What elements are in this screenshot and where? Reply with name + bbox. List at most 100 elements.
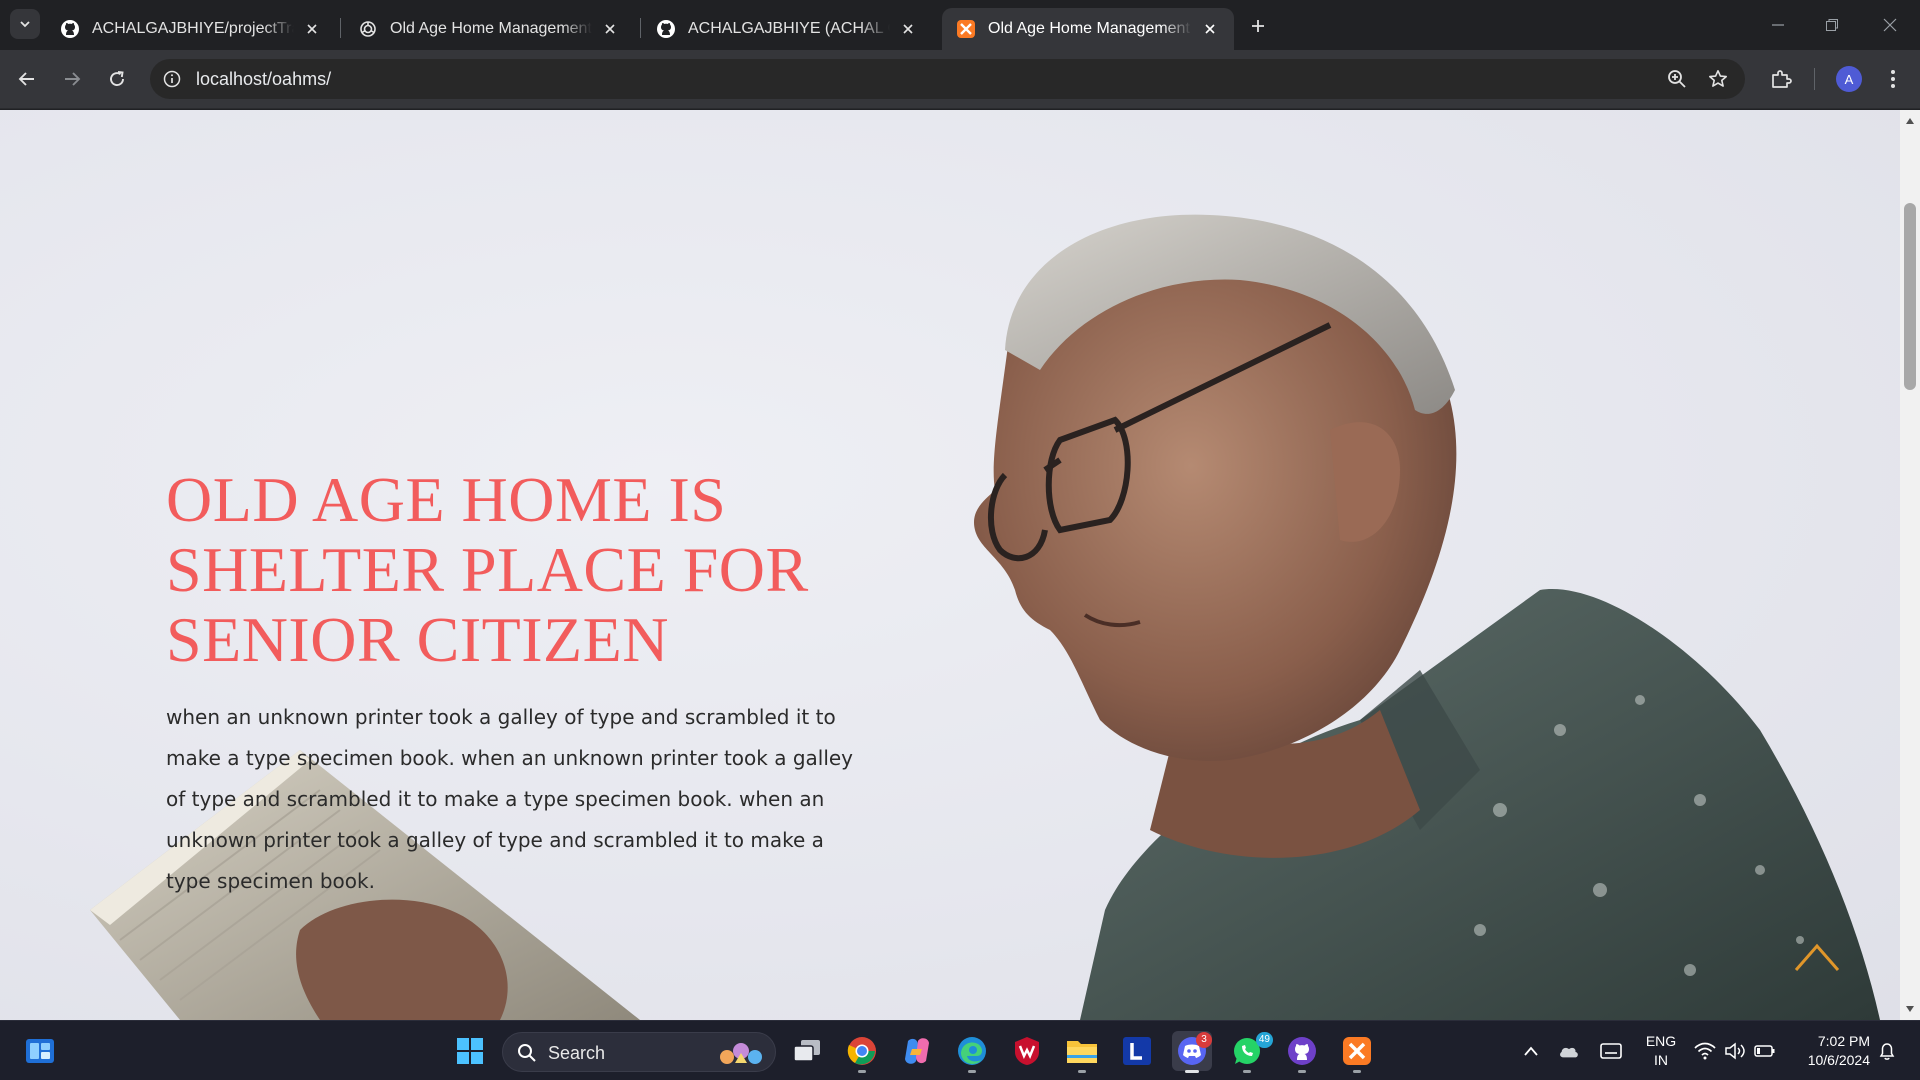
new-tab-button[interactable] bbox=[1244, 12, 1272, 40]
region-code: IN bbox=[1654, 1052, 1668, 1068]
more-menu-icon[interactable] bbox=[1880, 66, 1906, 92]
reload-icon bbox=[110, 71, 124, 86]
tab-title: ACHALGAJBHIYE (ACHAL GAJBHIYE) bbox=[688, 20, 890, 37]
arrow-right-icon bbox=[65, 72, 81, 86]
extensions-puzzle-icon[interactable] bbox=[1768, 66, 1794, 92]
windows-taskbar: Search 3 49 ENG IN 7:02 PM 10/6/2024 bbox=[0, 1020, 1920, 1080]
tab-github-project[interactable]: ACHALGAJBHIYE/projectTravell bbox=[46, 8, 336, 50]
running-indicator bbox=[1298, 1070, 1306, 1073]
close-window-button[interactable] bbox=[1870, 10, 1910, 40]
hero-title: OLD AGE HOME IS SHELTER PLACE FOR SENIOR… bbox=[166, 464, 809, 675]
chevron-down-icon bbox=[20, 21, 30, 28]
widgets-button[interactable] bbox=[20, 1031, 60, 1071]
browser-toolbar: localhost/oahms/ A bbox=[0, 50, 1920, 109]
close-tab-icon[interactable] bbox=[1200, 19, 1220, 39]
arrow-left-icon bbox=[18, 72, 34, 86]
github-desktop-icon bbox=[1288, 1037, 1316, 1065]
running-indicator bbox=[858, 1070, 866, 1073]
zoom-icon[interactable] bbox=[1665, 67, 1689, 91]
scrollbar-thumb[interactable] bbox=[1904, 203, 1916, 390]
close-tab-icon[interactable] bbox=[302, 19, 322, 39]
touch-keyboard-icon[interactable] bbox=[1600, 1041, 1622, 1061]
minimize-icon bbox=[1772, 24, 1784, 26]
chrome-app[interactable] bbox=[842, 1031, 882, 1073]
tab-divider bbox=[340, 18, 341, 38]
l-app-icon bbox=[1123, 1037, 1151, 1065]
github-desktop-app[interactable] bbox=[1282, 1031, 1322, 1073]
site-info-icon[interactable] bbox=[160, 67, 184, 91]
task-view-icon bbox=[793, 1040, 820, 1062]
show-hidden-icons-chevron-up-icon[interactable] bbox=[1520, 1041, 1542, 1061]
tab-title: Old Age Home Management System bbox=[988, 20, 1192, 37]
battery-icon[interactable] bbox=[1754, 1041, 1776, 1061]
widgets-icon bbox=[26, 1039, 54, 1063]
close-tab-icon[interactable] bbox=[600, 19, 620, 39]
running-indicator bbox=[1243, 1070, 1251, 1073]
mcafee-app[interactable] bbox=[1007, 1031, 1047, 1071]
running-indicator bbox=[1078, 1070, 1086, 1073]
tab-title: Old Age Home Management bbox=[390, 20, 592, 37]
address-bar[interactable]: localhost/oahms/ bbox=[150, 59, 1745, 99]
search-highlight-icon bbox=[720, 1043, 762, 1064]
restore-button[interactable] bbox=[1812, 10, 1852, 40]
task-view-button[interactable] bbox=[787, 1031, 827, 1071]
chrome-icon bbox=[847, 1037, 876, 1065]
reload-button[interactable] bbox=[100, 62, 134, 96]
tab-old-age-home-chatgpt[interactable]: Old Age Home Management bbox=[344, 8, 634, 50]
bookmark-star-icon[interactable] bbox=[1706, 67, 1730, 91]
windows-start-icon bbox=[457, 1038, 483, 1064]
whatsapp-app[interactable]: 49 bbox=[1227, 1031, 1273, 1073]
language-indicator[interactable]: ENG IN bbox=[1643, 1032, 1679, 1070]
minimize-button[interactable] bbox=[1758, 10, 1798, 40]
file-explorer-app[interactable] bbox=[1062, 1031, 1102, 1073]
running-indicator bbox=[1353, 1070, 1361, 1073]
discord-app[interactable]: 3 bbox=[1172, 1031, 1212, 1073]
running-indicator bbox=[968, 1070, 976, 1073]
running-indicator bbox=[1185, 1070, 1199, 1073]
onedrive-cloud-icon[interactable] bbox=[1558, 1041, 1580, 1061]
page-scrollbar[interactable] bbox=[1900, 110, 1920, 1020]
wifi-icon[interactable] bbox=[1694, 1041, 1716, 1061]
tab-title: ACHALGAJBHIYE/projectTravell bbox=[92, 20, 294, 37]
toolbar-divider bbox=[1814, 68, 1815, 90]
page-viewport: OLD AGE HOME IS SHELTER PLACE FOR SENIOR… bbox=[0, 110, 1900, 1020]
tab-divider bbox=[640, 18, 641, 38]
tab-search-button[interactable] bbox=[10, 9, 40, 39]
notification-badge: 49 bbox=[1255, 1032, 1273, 1048]
start-button[interactable] bbox=[450, 1031, 490, 1071]
tab-github-profile[interactable]: ACHALGAJBHIYE (ACHAL GAJBHIYE) bbox=[642, 8, 932, 50]
scroll-down-arrow-icon[interactable] bbox=[1905, 1004, 1915, 1014]
search-icon bbox=[518, 1044, 536, 1062]
system-clock[interactable]: 7:02 PM 10/6/2024 bbox=[1790, 1032, 1870, 1070]
back-button[interactable] bbox=[10, 62, 44, 96]
copilot-app[interactable] bbox=[897, 1031, 937, 1071]
github-icon bbox=[656, 19, 676, 39]
volume-icon[interactable] bbox=[1724, 1041, 1746, 1061]
profile-avatar[interactable]: A bbox=[1836, 66, 1862, 92]
openai-icon bbox=[358, 19, 378, 39]
copilot-icon bbox=[905, 1038, 929, 1064]
l-app[interactable] bbox=[1117, 1031, 1157, 1071]
hero-content: OLD AGE HOME IS SHELTER PLACE FOR SENIOR… bbox=[166, 465, 866, 902]
url-text[interactable]: localhost/oahms/ bbox=[196, 69, 331, 90]
clock-date: 10/6/2024 bbox=[1807, 1052, 1870, 1068]
browser-tab-strip: ACHALGAJBHIYE/projectTravell Old Age Hom… bbox=[0, 0, 1920, 50]
tab-old-age-home-system[interactable]: Old Age Home Management System bbox=[942, 8, 1234, 50]
forward-button[interactable] bbox=[55, 62, 89, 96]
close-tab-icon[interactable] bbox=[898, 19, 918, 39]
taskbar-search[interactable]: Search bbox=[502, 1032, 776, 1072]
edge-app[interactable] bbox=[952, 1031, 992, 1073]
chevron-up-icon[interactable] bbox=[1792, 940, 1842, 974]
folder-icon bbox=[1067, 1041, 1097, 1063]
scroll-up-arrow-icon[interactable] bbox=[1905, 116, 1915, 126]
notification-badge: 3 bbox=[1196, 1032, 1212, 1048]
xampp-icon bbox=[956, 19, 976, 39]
plus-icon bbox=[1252, 20, 1264, 32]
close-icon bbox=[1883, 18, 1897, 32]
notification-bell-icon[interactable] bbox=[1876, 1041, 1898, 1061]
mcafee-icon bbox=[1015, 1037, 1039, 1065]
search-label: Search bbox=[548, 1043, 606, 1063]
edge-icon bbox=[958, 1037, 986, 1065]
language-code: ENG bbox=[1645, 1033, 1677, 1049]
xampp-app[interactable] bbox=[1337, 1031, 1377, 1073]
